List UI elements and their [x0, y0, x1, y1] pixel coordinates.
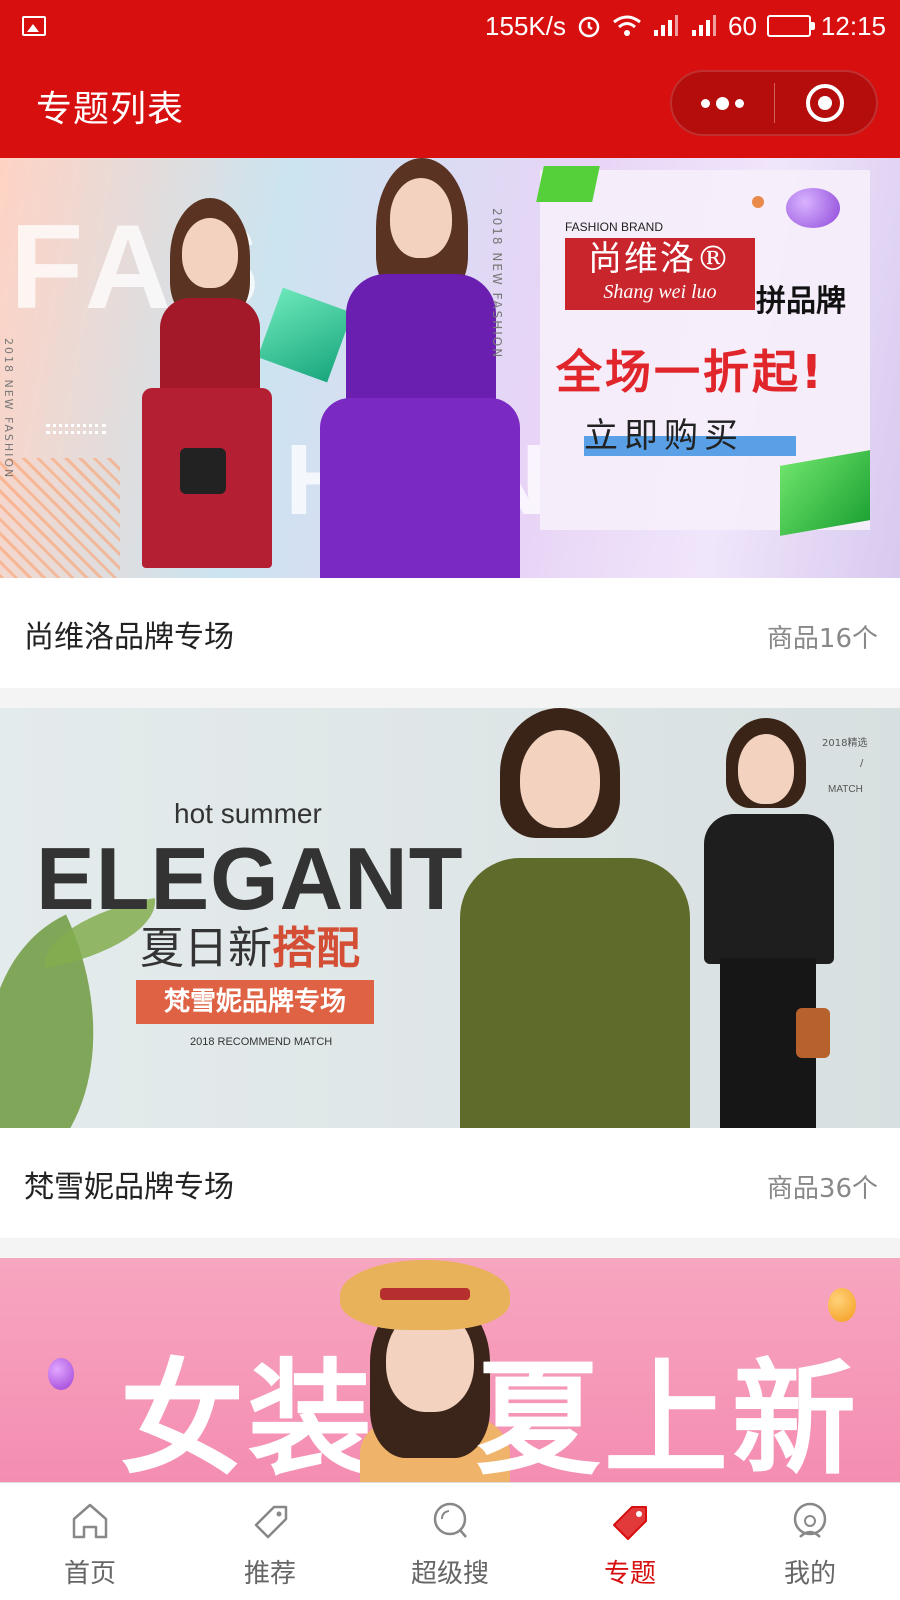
tab-topics[interactable]: 专题	[540, 1483, 720, 1600]
tab-label: 超级搜	[410, 1559, 489, 1589]
side-slash: /	[860, 758, 864, 769]
summer-match-plain: 夏日新	[140, 923, 272, 974]
topic-card[interactable]: 女装 夏上新	[0, 1258, 900, 1498]
more-button[interactable]	[672, 72, 774, 134]
battery-level: 60	[728, 10, 757, 41]
banner-vertical-tag: 2018 NEW FASHION	[490, 208, 504, 360]
brand-tag: 梵雪妮品牌专场	[136, 980, 374, 1024]
pin-brand-text: 拼品牌	[756, 284, 846, 319]
hat-band	[380, 1288, 470, 1300]
home-icon	[68, 1499, 112, 1543]
image-notification-icon	[22, 16, 46, 36]
tab-super-search[interactable]: 超级搜	[360, 1483, 540, 1600]
topic-title: 梵雪妮品牌专场	[24, 1170, 234, 1205]
model-red-dress	[130, 198, 272, 578]
profile-icon	[788, 1499, 832, 1543]
orange-balloon	[828, 1288, 856, 1322]
brand-logo: 尚维洛® Shang wei luo	[565, 238, 755, 310]
summer-match-accent: 搭配	[272, 923, 360, 974]
close-mini-program-button[interactable]	[775, 72, 877, 134]
clock: 12:15	[820, 10, 886, 41]
topic-banner[interactable]: 女装 夏上新	[0, 1258, 900, 1498]
tab-home[interactable]: 首页	[0, 1483, 180, 1600]
topic-product-count: 商品36个	[766, 1174, 878, 1204]
topic-tag-icon	[608, 1499, 652, 1543]
purple-balloon	[48, 1358, 74, 1390]
purple-sphere	[786, 188, 840, 228]
hot-summer-text: hot summer	[174, 798, 322, 829]
model-green-top	[460, 708, 700, 1128]
signal-icon-2	[690, 14, 718, 38]
tab-label: 专题	[603, 1559, 656, 1589]
brand-logo-cn: 尚维洛®	[588, 239, 732, 279]
banner-stripes	[0, 458, 120, 578]
tag-icon	[248, 1499, 292, 1543]
green-cube-small	[536, 166, 600, 202]
side-year: 2018精选	[822, 738, 868, 749]
network-speed: 155K/s	[485, 10, 566, 41]
tab-profile[interactable]: 我的	[720, 1483, 900, 1600]
banner-right-text: 夏上新	[476, 1348, 861, 1492]
status-bar: 155K/s 60 12:15	[0, 0, 900, 52]
recommend-text: 2018 RECOMMEND MATCH	[190, 1036, 333, 1048]
search-bubble-icon	[428, 1499, 472, 1543]
tab-label: 我的	[783, 1559, 836, 1589]
banner-vertical-tag-left: 2018 NEW FASHION	[2, 338, 15, 480]
topic-list: FAS 2018 NEW FASHION HON	[0, 158, 900, 1518]
sale-text: 全场一折起!	[556, 345, 825, 399]
title-bar: 专题列表	[0, 62, 900, 146]
signal-icon-1	[652, 14, 680, 38]
more-dots-icon	[701, 96, 745, 110]
target-icon	[806, 84, 845, 122]
wifi-icon	[612, 14, 642, 38]
summer-match-text: 夏日新搭配	[140, 912, 360, 976]
side-match: MATCH	[828, 784, 863, 795]
status-bar-right: 155K/s 60 12:15	[485, 10, 886, 42]
topic-banner[interactable]: FAS 2018 NEW FASHION HON	[0, 158, 900, 578]
page-title: 专题列表	[36, 89, 185, 130]
tab-recommend[interactable]: 推荐	[180, 1483, 360, 1600]
topic-meta: 梵雪妮品牌专场 商品36个	[0, 1128, 900, 1238]
banner-wave-decoration	[46, 424, 106, 434]
battery-icon	[766, 15, 815, 37]
topic-card[interactable]: hot summer ELEGANT 夏日新搭配 梵雪妮品牌专场 2018 RE…	[0, 708, 900, 1238]
topic-banner[interactable]: hot summer ELEGANT 夏日新搭配 梵雪妮品牌专场 2018 RE…	[0, 708, 900, 1128]
tab-label: 推荐	[243, 1559, 296, 1589]
alarm-icon	[576, 13, 602, 39]
orange-sphere	[752, 196, 764, 208]
screen: 155K/s 60 12:15 专题列表 FAS 2018 NEW FASHIO…	[0, 0, 900, 1600]
brand-logo-en: Shang wei luo	[603, 281, 717, 303]
tab-bar: 首页 推荐 超级搜 专题 我的	[0, 1482, 900, 1600]
fashion-brand-label: FASHION BRAND	[565, 220, 664, 234]
tab-label: 首页	[63, 1559, 116, 1589]
topic-title: 尚维洛品牌专场	[24, 620, 234, 655]
topic-meta: 尚维洛品牌专场 商品16个	[0, 578, 900, 688]
mini-program-capsule	[670, 70, 878, 136]
topic-card[interactable]: FAS 2018 NEW FASHION HON	[0, 158, 900, 688]
topic-product-count: 商品16个	[766, 624, 878, 654]
buy-now-text[interactable]: 立即购买	[584, 408, 744, 457]
top-bar: 155K/s 60 12:15 专题列表	[0, 0, 900, 158]
model-black-outfit	[700, 718, 840, 1128]
